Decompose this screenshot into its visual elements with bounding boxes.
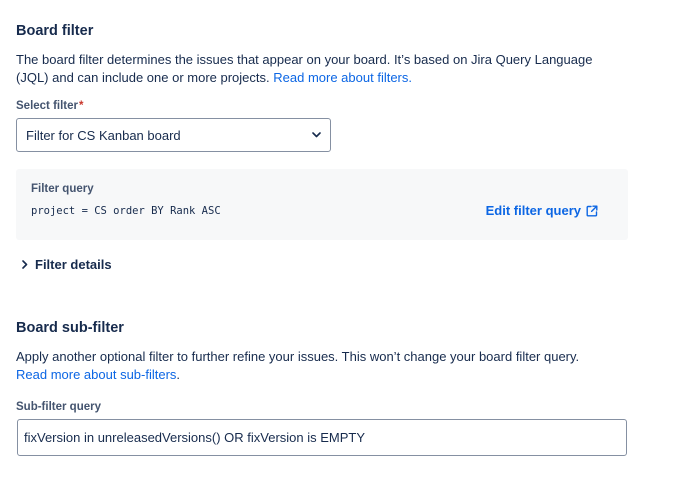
read-more-suffix: . (176, 367, 181, 382)
required-marker: * (79, 100, 84, 112)
read-more-filters-link[interactable]: Read more about filters. (273, 70, 412, 85)
filter-query-label: Filter query (31, 183, 94, 195)
select-filter-value: Filter for CS Kanban board (26, 127, 181, 143)
edit-filter-query-label: Edit filter query (485, 203, 581, 218)
filter-query-panel: Filter query project = CS order BY Rank … (16, 169, 628, 240)
select-filter-label-text: Select filter (16, 100, 78, 112)
read-more-sub-filters-link[interactable]: Read more about sub-filters (16, 367, 176, 382)
sub-filter-description: Apply another optional filter to further… (16, 348, 616, 384)
select-filter-label: Select filter* (16, 100, 83, 112)
chevron-down-icon (311, 130, 321, 140)
select-filter-dropdown[interactable]: Filter for CS Kanban board (16, 118, 331, 152)
edit-filter-query-link[interactable]: Edit filter query (486, 203, 598, 218)
filter-query-value: project = CS order BY Rank ASC (31, 205, 221, 217)
chevron-right-icon (22, 260, 28, 269)
sub-filter-query-input[interactable] (17, 419, 627, 456)
external-link-icon (586, 205, 598, 217)
filter-details-label: Filter details (35, 257, 112, 272)
filter-details-toggle[interactable]: Filter details (22, 257, 112, 272)
sub-filter-query-label: Sub-filter query (16, 401, 101, 413)
board-filter-heading: Board filter (16, 23, 94, 39)
board-filter-description: The board filter determines the issues t… (16, 51, 616, 87)
sub-filter-description-text: Apply another optional filter to further… (16, 349, 580, 364)
board-sub-filter-heading: Board sub-filter (16, 320, 124, 336)
